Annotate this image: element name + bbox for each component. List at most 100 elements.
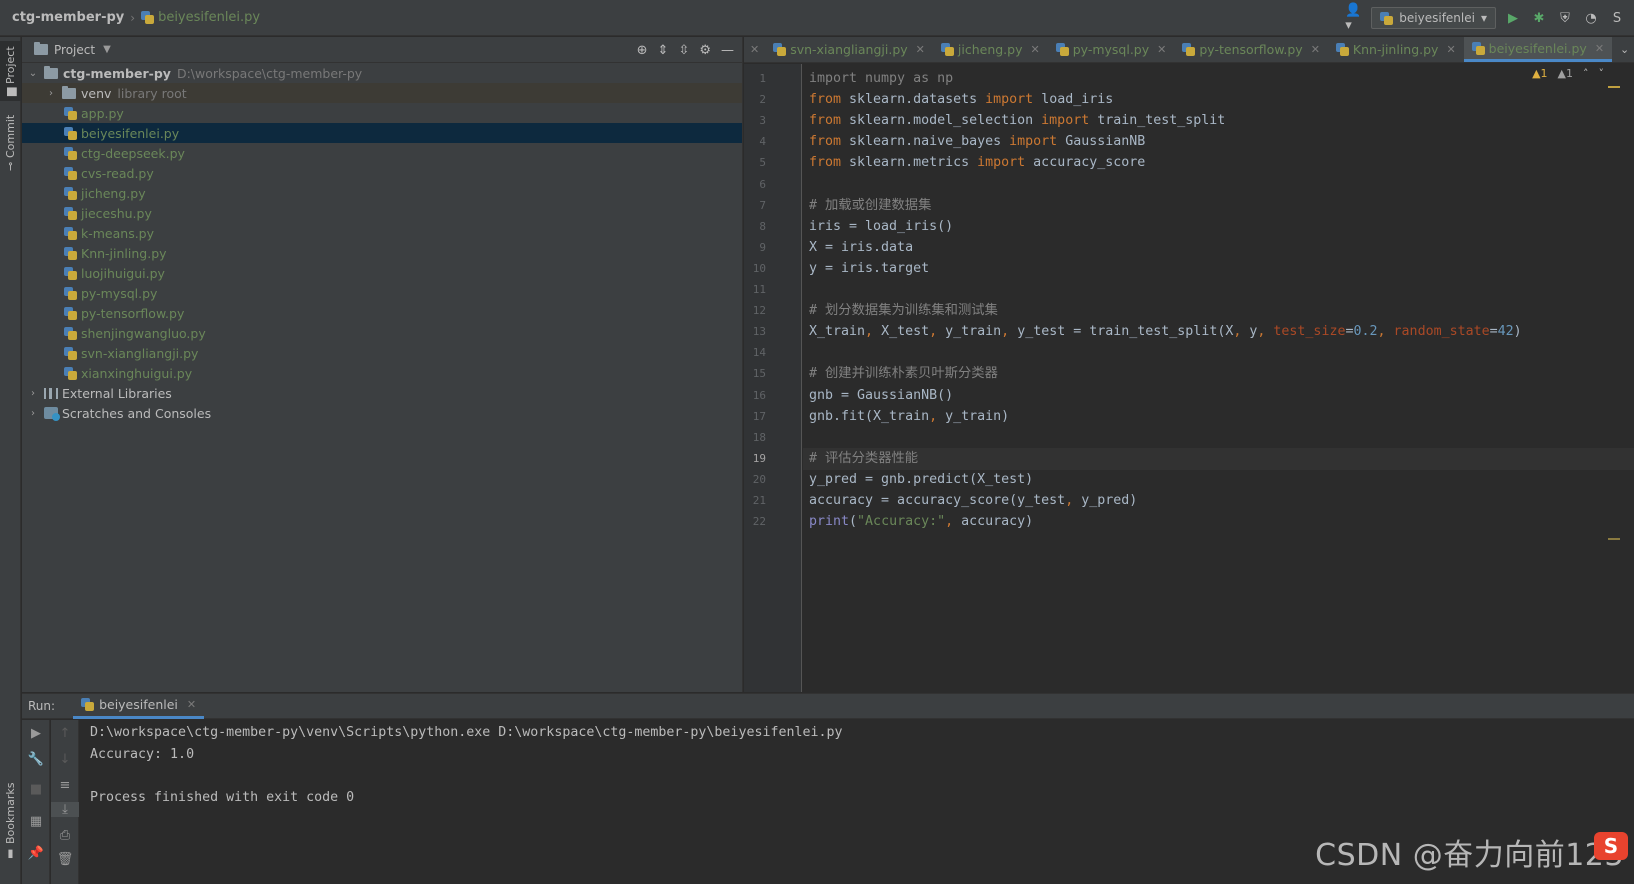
profile-icon[interactable]: ◔ [1582,9,1600,27]
tree-file[interactable]: k-means.py [22,223,742,243]
code-line[interactable]: # 加载或创建数据集 [809,195,931,217]
line-number[interactable]: 2 [744,93,766,106]
search-everywhere-icon[interactable]: S [1608,9,1626,27]
chevron-up-icon[interactable]: ˄ [1583,67,1589,80]
tree-file[interactable]: py-mysql.py [22,283,742,303]
code-line[interactable]: print("Accuracy:", accuracy) [809,511,1033,533]
close-icon[interactable]: ✕ [187,698,196,711]
line-number[interactable]: 14 [744,346,766,359]
debug-icon[interactable]: ✱ [1530,9,1548,27]
soft-wrap-icon[interactable]: ≡ [51,778,79,793]
code-line[interactable]: # 划分数据集为训练集和测试集 [809,300,998,322]
user-icon[interactable]: 👤▾ [1345,3,1363,33]
editor-tab[interactable]: py-tensorflow.py ✕ [1174,37,1328,62]
tree-root[interactable]: ⌄ ctg-member-py D:\workspace\ctg-member-… [22,63,742,83]
code-line[interactable]: y = iris.target [809,258,929,280]
run-configuration-selector[interactable]: beiyesifenlei ▾ [1371,7,1496,29]
tree-file[interactable]: beiyesifenlei.py [22,123,742,143]
tree-scratches[interactable]: › Scratches and Consoles [22,403,742,423]
code-line[interactable]: iris = load_iris() [809,216,953,238]
line-number[interactable]: 17 [744,410,766,423]
line-number[interactable]: 11 [744,283,766,296]
line-number[interactable]: 1 [744,72,766,85]
arrow-up-icon[interactable]: ↑ [51,726,79,741]
code-line[interactable]: # 评估分类器性能 [809,448,918,470]
stop-icon[interactable]: ■ [22,782,50,797]
chevron-down-icon[interactable]: ˅ [1599,67,1605,80]
arrow-down-icon[interactable]: ↓ [51,752,79,767]
scrollbar-marker[interactable] [1608,538,1620,540]
chevron-down-icon[interactable]: ⌄ [1612,37,1634,62]
run-icon[interactable]: ▶ [1504,9,1522,27]
line-number[interactable]: 19 [744,452,766,465]
hide-icon[interactable]: — [721,43,734,58]
editor-tab[interactable]: svn-xiangliangji.py ✕ [765,37,933,62]
line-number[interactable]: 18 [744,431,766,444]
close-icon[interactable]: ✕ [1030,43,1039,56]
line-number[interactable]: 9 [744,241,766,254]
tree-file[interactable]: py-tensorflow.py [22,303,742,323]
tree-file[interactable]: xianxinghuigui.py [22,363,742,383]
scroll-to-end-icon[interactable]: ⤓ [51,802,79,817]
tree-file[interactable]: ctg-deepseek.py [22,143,742,163]
line-number[interactable]: 22 [744,515,766,528]
line-number[interactable]: 13 [744,325,766,338]
code-line[interactable]: from sklearn.datasets import load_iris [809,89,1113,111]
code-line[interactable]: gnb.fit(X_train, y_train) [809,406,1009,428]
code-line[interactable]: import numpy as np [809,68,953,90]
line-number[interactable]: 3 [744,114,766,127]
gear-icon[interactable]: ⚙ [699,43,711,58]
bookmarks-tool-tab[interactable]: ▮ Bookmarks [0,782,21,862]
expand-all-icon[interactable]: ⇕ [658,43,669,58]
breadcrumb-file[interactable]: beiyesifenlei.py [141,10,260,25]
code-line[interactable]: gnb = GaussianNB() [809,385,953,407]
code-line[interactable]: from sklearn.metrics import accuracy_sco… [809,152,1145,174]
close-icon[interactable]: ✕ [744,37,765,62]
line-number[interactable]: 16 [744,389,766,402]
tree-venv[interactable]: › venv library root [22,83,742,103]
code-area[interactable]: import numpy as np from sklearn.datasets … [803,64,1634,692]
code-line[interactable]: from sklearn.naive_bayes import Gaussian… [809,131,1145,153]
code-line[interactable]: X_train, X_test, y_train, y_test = train… [809,321,1522,343]
close-icon[interactable]: ✕ [916,43,925,56]
chevron-down-icon[interactable]: ▼ [103,44,111,55]
commit-tool-tab[interactable]: ⊸ Commit [0,113,21,173]
tree-file[interactable]: cvs-read.py [22,163,742,183]
tree-file[interactable]: app.py [22,103,742,123]
collapse-all-icon[interactable]: ⇳ [678,43,689,58]
close-icon[interactable]: ✕ [1595,42,1604,55]
line-number[interactable]: 15 [744,367,766,380]
tree-file[interactable]: shenjingwangluo.py [22,323,742,343]
project-panel-title[interactable]: Project [54,43,95,57]
tree-file[interactable]: jieceshu.py [22,203,742,223]
scrollbar-marker[interactable] [1608,86,1620,88]
line-number[interactable]: 20 [744,473,766,486]
print-icon[interactable]: ⎙ [51,828,79,843]
code-line[interactable]: # 创建并训练朴素贝叶斯分类器 [809,363,998,385]
pin-icon[interactable]: 📌 [22,846,50,861]
line-number[interactable]: 4 [744,135,766,148]
line-number[interactable]: 5 [744,156,766,169]
close-icon[interactable]: ✕ [1311,43,1320,56]
editor-tab[interactable]: beiyesifenlei.py ✕ [1463,37,1613,62]
close-icon[interactable]: ✕ [1446,43,1455,56]
tree-file[interactable]: luojihuigui.py [22,263,742,283]
line-number[interactable]: 12 [744,304,766,317]
close-icon[interactable]: ✕ [1157,43,1166,56]
code-line[interactable]: y_pred = gnb.predict(X_test) [809,469,1033,491]
tree-file[interactable]: jicheng.py [22,183,742,203]
line-number[interactable]: 21 [744,494,766,507]
inspection-widget[interactable]: ▲1 ▲1 ˄ ˅ [1532,67,1604,80]
code-line[interactable]: from sklearn.model_selection import trai… [809,110,1225,132]
code-line[interactable]: accuracy = accuracy_score(y_test, y_pred… [809,490,1137,512]
layout-icon[interactable]: ▦ [22,814,50,829]
line-number[interactable]: 10 [744,262,766,275]
project-tool-tab[interactable]: ▆ Project [0,41,21,101]
line-number[interactable]: 8 [744,220,766,233]
rerun-icon[interactable]: ▶ [22,726,50,741]
editor-tab[interactable]: py-mysql.py ✕ [1048,37,1175,62]
editor-tab[interactable]: jicheng.py ✕ [933,37,1048,62]
locate-icon[interactable]: ⊕ [637,43,648,58]
trash-icon[interactable]: 🗑 [51,852,79,867]
line-number[interactable]: 6 [744,178,766,191]
